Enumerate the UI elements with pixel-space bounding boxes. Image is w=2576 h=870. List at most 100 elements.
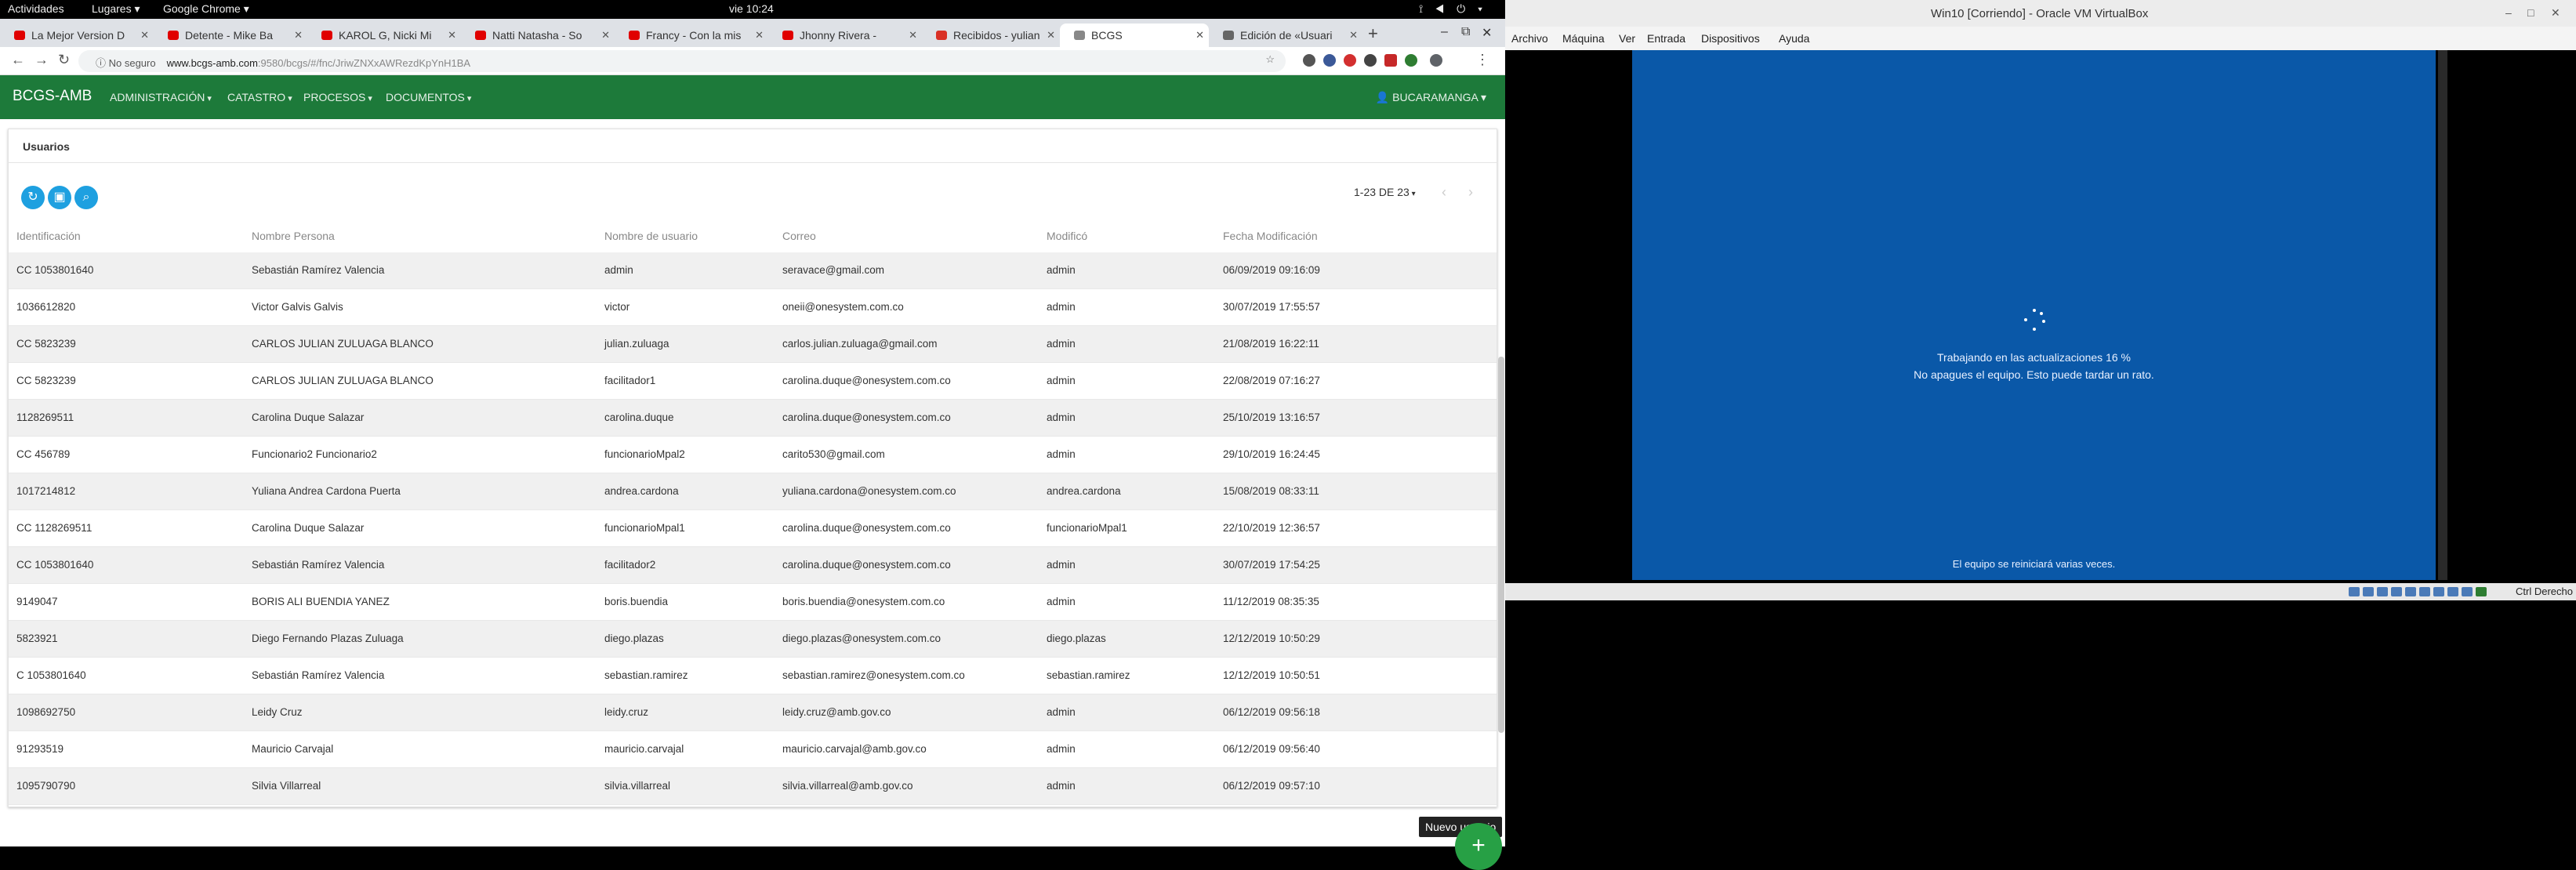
extension-green-icon[interactable] <box>1405 54 1417 67</box>
prev-page-icon[interactable]: ‹ <box>1442 184 1446 201</box>
hard-disk-icon[interactable] <box>2349 587 2360 596</box>
table-row[interactable]: 1095790790 Silvia Villarreal silvia.villar… <box>9 768 1497 805</box>
table-row[interactable]: CC 1053801640 Sebastián Ramírez Valencia a… <box>9 252 1497 289</box>
column-header-nombre-usuario[interactable]: Nombre de usuario <box>604 230 698 242</box>
next-page-icon[interactable]: › <box>1468 184 1473 201</box>
table-scrollbar[interactable] <box>1498 357 1504 733</box>
save-button[interactable]: ▣ <box>48 186 71 209</box>
chrome-menu-icon[interactable]: ⋮ <box>1475 52 1489 68</box>
menu-administracion[interactable]: ADMINISTRACIÓN <box>110 91 212 103</box>
cell-fecha: 29/10/2019 16:24:45 <box>1223 448 1320 460</box>
extension-red-icon[interactable] <box>1344 54 1356 67</box>
table-row[interactable]: 5823921 Diego Fernando Plazas Zuluaga dieg… <box>9 621 1497 658</box>
optical-drive-icon[interactable] <box>2363 587 2374 596</box>
table-row[interactable]: 1128269511 Carolina Duque Salazar carolina… <box>9 400 1497 437</box>
video-capture-icon[interactable] <box>2447 587 2458 596</box>
activities-button[interactable]: Actividades <box>8 2 64 15</box>
menu-documentos[interactable]: DOCUMENTOS <box>386 91 471 103</box>
extension-pdf-icon[interactable] <box>1384 54 1397 67</box>
network-icon[interactable] <box>2391 587 2402 596</box>
audio-icon[interactable] <box>2377 587 2388 596</box>
table-row[interactable]: CC 5823239 CARLOS JULIAN ZULUAGA BLANCO fa… <box>9 363 1497 400</box>
menu-procesos[interactable]: PROCESOS <box>303 91 372 103</box>
clock[interactable]: vie 10:24 <box>729 2 774 15</box>
close-tab-icon[interactable]: ✕ <box>1349 29 1358 42</box>
column-header-correo[interactable]: Correo <box>782 230 816 242</box>
shared-folders-icon[interactable] <box>2419 587 2430 596</box>
vbox-menu-entrada[interactable]: Entrada <box>1647 32 1685 45</box>
extension-pen-icon[interactable] <box>1364 54 1377 67</box>
user-menu[interactable]: 👤 BUCARAMANGA ▾ <box>1376 91 1486 104</box>
table-row[interactable]: 91293519 Mauricio Carvajal mauricio.carvaj… <box>9 731 1497 768</box>
places-menu[interactable]: Lugares ▾ <box>92 2 140 16</box>
vbox-menu-archivo[interactable]: Archivo <box>1511 32 1548 45</box>
not-secure-badge[interactable]: ⓘ No seguro <box>96 57 156 69</box>
restore-icon[interactable]: ⧉ <box>1461 25 1470 39</box>
close-tab-icon[interactable]: ✕ <box>909 29 917 42</box>
column-header-nombre-persona[interactable]: Nombre Persona <box>252 230 335 242</box>
table-row[interactable]: C 1053801640 Sebastián Ramírez Valencia se… <box>9 658 1497 694</box>
column-header-modifico[interactable]: Modificó <box>1047 230 1087 242</box>
cell-nombre-usuario: julian.zuluaga <box>604 338 669 350</box>
vbox-menu-ayuda[interactable]: Ayuda <box>1779 32 1809 45</box>
table-row[interactable]: 1017214812 Yuliana Andrea Cardona Puerta a… <box>9 473 1497 510</box>
close-tab-icon[interactable]: ✕ <box>755 29 764 42</box>
table-row[interactable]: 1098692750 Leidy Cruz leidy.cruz leidy.cruz… <box>9 694 1497 731</box>
column-header-fecha-modificacion[interactable]: Fecha Modificación <box>1223 230 1318 242</box>
app-menu[interactable]: Google Chrome ▾ <box>163 2 249 16</box>
table-row[interactable]: CC 1053801640 Sebastián Ramírez Valencia f… <box>9 547 1497 584</box>
vbox-menu-ver[interactable]: Ver <box>1619 32 1635 45</box>
reload-icon[interactable]: ↻ <box>58 52 70 68</box>
extension-shield-icon[interactable] <box>1303 54 1315 67</box>
profile-avatar-icon[interactable] <box>1430 54 1442 67</box>
save-icon: ▣ <box>53 190 66 204</box>
menu-catastro[interactable]: CATASTRO <box>227 91 292 103</box>
vm-display[interactable]: Trabajando en las actualizaciones 16 % N… <box>1505 50 2576 583</box>
address-bar[interactable]: ⓘ No seguro www.bcgs-amb.com:9580/bcgs/#/… <box>78 50 1286 72</box>
close-window-icon[interactable]: ✕ <box>1482 25 1492 41</box>
vbox-menu-maquina[interactable]: Máquina <box>1562 32 1605 45</box>
close-tab-icon[interactable]: ✕ <box>448 29 456 42</box>
mouse-integration-icon[interactable] <box>2476 587 2487 596</box>
browser-tab[interactable]: Natti Natasha - So ✕ <box>461 24 615 47</box>
extension-facebook-icon[interactable] <box>1323 54 1336 67</box>
new-tab-icon[interactable]: + <box>1368 24 1378 44</box>
back-icon[interactable]: ← <box>11 52 25 68</box>
close-tab-icon[interactable]: ✕ <box>140 29 149 42</box>
close-tab-icon[interactable]: ✕ <box>601 29 610 42</box>
minimize-icon[interactable]: – <box>1441 25 1448 39</box>
table-row[interactable]: CC 5823239 CARLOS JULIAN ZULUAGA BLANCO ju… <box>9 326 1497 363</box>
vm-scrollbar[interactable] <box>2438 50 2447 580</box>
close-tab-icon[interactable]: ✕ <box>294 29 303 42</box>
table-row[interactable]: 9149047 BORIS ALI BUENDIA YANEZ boris.buen… <box>9 584 1497 621</box>
system-tray-icons[interactable]: ⟟ ◀ ⏻ ▾ <box>1419 2 1487 16</box>
forward-icon[interactable]: → <box>34 52 49 68</box>
add-user-button[interactable]: + <box>1455 823 1502 870</box>
column-header-identificacion[interactable]: Identificación <box>16 230 81 242</box>
refresh-button[interactable]: ↻ <box>21 186 45 209</box>
table-row[interactable]: CC 456789 Funcionario2 Funcionario2 funcio… <box>9 437 1497 473</box>
virtualization-icon[interactable] <box>2462 587 2473 596</box>
table-row[interactable]: CC 1128269511 Carolina Duque Salazar funci… <box>9 510 1497 547</box>
browser-tab[interactable]: Detente - Mike Ba ✕ <box>154 24 307 47</box>
search-button[interactable]: ⌕ <box>74 186 98 209</box>
close-tab-icon[interactable]: ✕ <box>1047 29 1055 42</box>
close-window-icon[interactable]: ✕ <box>2551 6 2560 20</box>
browser-tab[interactable]: Edición de «Usuari ✕ <box>1209 24 1362 47</box>
pagination-selector[interactable]: 1-23 DE 23 <box>1354 186 1416 198</box>
brand-logo[interactable]: BCGS-AMB <box>13 88 92 105</box>
vbox-menu-dispositivos[interactable]: Dispositivos <box>1701 32 1760 45</box>
usb-icon[interactable] <box>2405 587 2416 596</box>
browser-tab[interactable]: Jhonny Rivera - ✕ <box>768 24 922 47</box>
browser-tab[interactable]: Francy - Con la mis ✕ <box>615 24 768 47</box>
browser-tab[interactable]: La Mejor Version D ✕ <box>0 24 154 47</box>
browser-tab-active[interactable]: BCGS ✕ <box>1060 24 1209 47</box>
close-tab-icon[interactable]: ✕ <box>1195 29 1204 42</box>
minimize-icon[interactable]: – <box>2505 6 2512 19</box>
browser-tab[interactable]: KAROL G, Nicki Mi ✕ <box>307 24 461 47</box>
browser-tab[interactable]: Recibidos - yulian ✕ <box>922 24 1060 47</box>
bookmark-star-icon[interactable]: ☆ <box>1265 53 1275 66</box>
table-row[interactable]: 1036612820 Victor Galvis Galvis victor onei… <box>9 289 1497 326</box>
display-icon[interactable] <box>2433 587 2444 596</box>
maximize-icon[interactable]: □ <box>2527 6 2534 19</box>
